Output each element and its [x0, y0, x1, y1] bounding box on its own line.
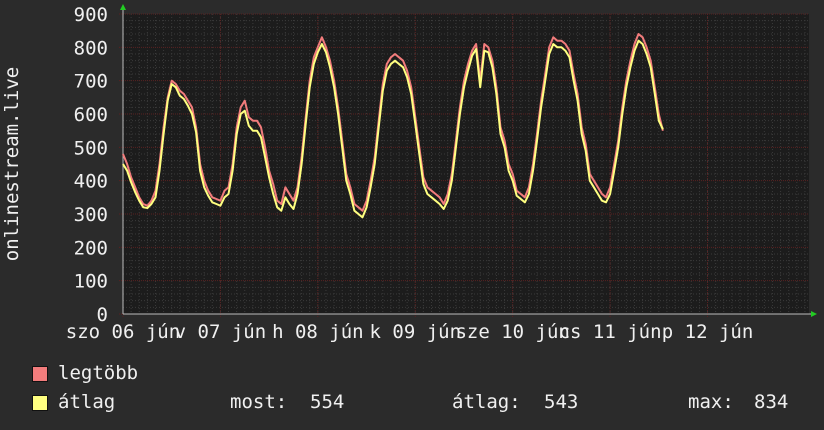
- stat-max-value: 834: [754, 391, 789, 413]
- x-tick-label: szo 06 jún: [66, 321, 180, 343]
- plot-background: [123, 14, 809, 314]
- y-tick-label: 400: [74, 171, 108, 193]
- stat-average-label: átlag:: [452, 391, 521, 413]
- x-tick-label: k 09 jún: [370, 321, 462, 343]
- y-tick-label: 100: [74, 271, 108, 293]
- y-tick-label: 800: [74, 37, 108, 59]
- legend-swatch-max: [32, 366, 48, 382]
- stat-average-value: 543: [544, 391, 579, 413]
- x-tick-labels: szo 06 júnv 07 jún h 08 jún k 09 júnsze 10…: [66, 321, 753, 343]
- x-tick-label: sze 10 jún: [455, 321, 569, 343]
- y-tick-label: 900: [74, 4, 108, 26]
- stat-current-label: most:: [230, 391, 288, 413]
- y-tick-label: 300: [74, 204, 108, 226]
- y-tick-label: 700: [74, 71, 108, 93]
- y-axis-arrow: [120, 4, 126, 10]
- legend-label-avg: átlag: [58, 391, 116, 413]
- x-tick-label: cs 11 jún: [559, 321, 662, 343]
- x-tick-label: v 07 jún: [175, 321, 267, 343]
- stat-current-value: 554: [310, 391, 345, 413]
- x-axis-arrow: [811, 311, 817, 317]
- stat-max-label: max:: [688, 391, 734, 413]
- y-tick-labels: 0100200300400500600700800900: [74, 4, 108, 326]
- x-tick-label: h 08 jún: [272, 321, 364, 343]
- y-tick-label: 600: [74, 104, 108, 126]
- legend-label-max: legtöbb: [58, 362, 139, 384]
- y-tick-label: 500: [74, 137, 108, 159]
- y-axis-label: onlinestream.live: [1, 67, 23, 261]
- legend-swatch-avg: [32, 395, 48, 411]
- x-tick-label: p 12 jún: [662, 321, 754, 343]
- y-tick-label: 200: [74, 237, 108, 259]
